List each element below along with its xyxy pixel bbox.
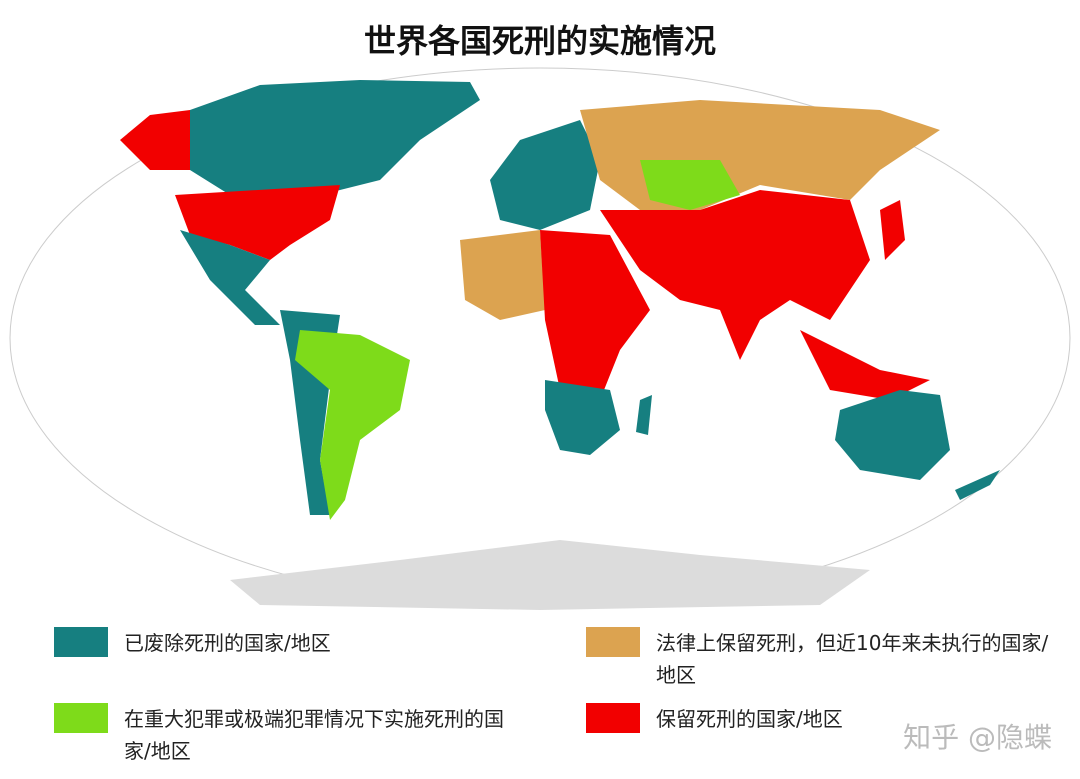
legend-swatch — [586, 627, 640, 657]
legend-item-extreme: 在重大犯罪或极端犯罪情况下实施死刑的国家/地区 — [54, 703, 524, 767]
legend-label: 法律上保留死刑，但近10年来未执行的国家/地区 — [656, 631, 1049, 687]
map-title: 世界各国死刑的实施情况 — [363, 22, 716, 60]
legend-label: 保留死刑的国家/地区 — [656, 707, 843, 731]
alaska — [120, 110, 190, 170]
legend-swatch — [54, 703, 108, 733]
world-map — [9, 67, 1071, 610]
legend-item-retained-unused: 法律上保留死刑，但近10年来未执行的国家/地区 — [586, 627, 1056, 691]
legend-label: 在重大犯罪或极端犯罪情况下实施死刑的国家/地区 — [124, 707, 504, 763]
legend-swatch — [586, 703, 640, 733]
legend-item-retained: 保留死刑的国家/地区 — [586, 703, 886, 735]
legend-item-abolished: 已废除死刑的国家/地区 — [54, 627, 474, 659]
legend-label: 已废除死刑的国家/地区 — [124, 631, 331, 655]
legend-swatch — [54, 627, 108, 657]
watermark: 知乎 @隐蝶 — [903, 721, 1052, 754]
